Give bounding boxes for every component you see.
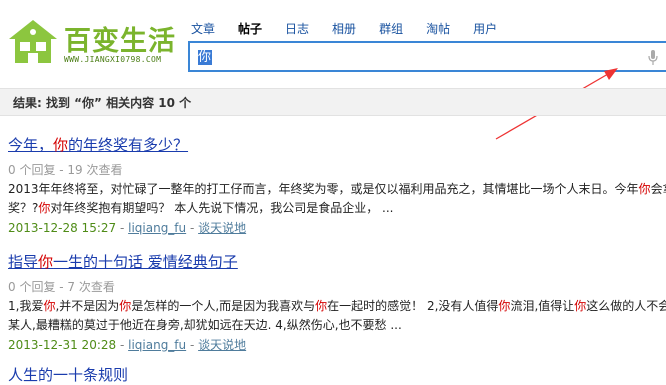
result-footer: 2013-12-31 20:28 - liqiang_fu - 谈天说地 [8, 338, 247, 352]
snippet-text: 2013年年终将至，对忙碌了一整年的打工仔而言，年终奖为零，或是仅以福利用品充之… [8, 182, 639, 196]
result-author-link[interactable]: liqiang_fu [128, 221, 186, 235]
result-forum-link[interactable]: 谈天说地 [198, 221, 246, 235]
snippet-text: ,并不是因为 [55, 299, 120, 313]
result-title-partial[interactable]: 人生的一十条规则 [8, 364, 128, 385]
result-count: 结果: 找到 “你” 相关内容 10 个 [13, 96, 192, 110]
snippet-text: 这么做的人不会让 [586, 299, 666, 313]
snippet-text: 是怎样的一个人,而是因为我喜欢与 [131, 299, 316, 313]
result-snippet: 2013年年终将至，对忙碌了一整年的打工仔而言，年终奖为零，或是仅以福利用品充之… [8, 180, 666, 218]
result-item: 今年，你的年终奖有多少？ 0 个回复 - 19 次查看 2013年年终将至，对忙… [8, 134, 666, 251]
snippet-text: 1,我爱 [8, 299, 44, 313]
snippet-text: 奖？? [8, 201, 39, 215]
result-meta: 0 个回复 - 7 次查看 [8, 280, 115, 294]
keyword-highlight: 你 [119, 299, 132, 313]
snippet-text: 会拿 [650, 182, 666, 196]
result-date: 2013-12-28 15:27 [8, 221, 117, 235]
result-summary-bar: 结果: 找到 “你” 相关内容 10 个 [0, 88, 666, 116]
snippet-text: 在一起时的感觉！ 2,没有人值得 [327, 299, 499, 313]
snippet-text: 对年终奖抱有期望吗？ 本人先说下情况，我公司是食品企业， ... [50, 201, 394, 215]
result-item: 指导你一生的十句话 爱情经典句子 0 个回复 - 7 次查看 1,我爱你,并不是… [8, 251, 666, 368]
keyword-highlight: 你 [38, 201, 51, 215]
keyword-highlight: 你 [43, 299, 56, 313]
result-title[interactable]: 指导你一生的十句话 爱情经典句子 [8, 251, 238, 272]
keyword-highlight: 你 [498, 299, 511, 313]
result-list: 今年，你的年终奖有多少？ 0 个回复 - 19 次查看 2013年年终将至，对忙… [8, 134, 666, 368]
keyword-highlight: 你 [315, 299, 328, 313]
snippet-text: 流泪,值得让 [510, 299, 575, 313]
result-forum-link[interactable]: 谈天说地 [198, 338, 246, 352]
result-meta: 0 个回复 - 19 次查看 [8, 163, 123, 177]
result-author-link[interactable]: liqiang_fu [128, 338, 186, 352]
snippet-text: 某人,最糟糕的莫过于他近在身旁,却犹如远在天边. 4,纵然伤心,也不要愁 ... [8, 318, 402, 332]
keyword-highlight: 你 [574, 299, 587, 313]
result-snippet: 1,我爱你,并不是因为你是怎样的一个人,而是因为我喜欢与你在一起时的感觉！ 2,… [8, 297, 666, 335]
keyword-highlight: 你 [638, 182, 651, 196]
result-footer: 2013-12-28 15:27 - liqiang_fu - 谈天说地 [8, 221, 247, 235]
result-title[interactable]: 今年，你的年终奖有多少？ [8, 134, 188, 155]
result-date: 2013-12-31 20:28 [8, 338, 117, 352]
